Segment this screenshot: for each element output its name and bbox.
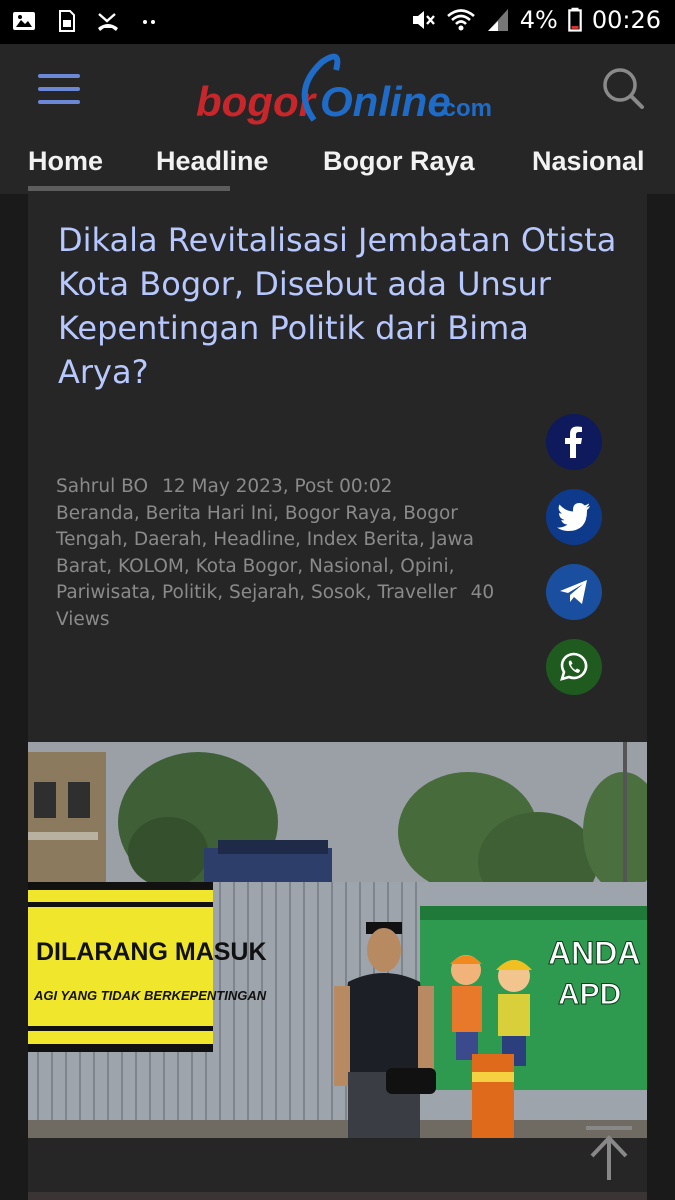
photo-sign-right-line1: ANDA xyxy=(548,935,640,971)
nav-item-headline[interactable]: Headline xyxy=(156,146,269,177)
nav-item-nasional[interactable]: Nasional xyxy=(532,146,645,177)
photo-sign-left-line1: DILARANG MASUK xyxy=(36,938,267,966)
status-bar: 4% 00:26 xyxy=(0,0,675,44)
wifi-icon xyxy=(446,9,475,31)
battery-percent: 4% xyxy=(519,6,558,34)
telegram-icon xyxy=(560,580,587,604)
photo-safety-banner: ANDA APD xyxy=(420,906,647,1090)
hamburger-icon[interactable] xyxy=(38,74,80,106)
share-facebook-button[interactable] xyxy=(546,414,602,470)
nav-item-home[interactable]: Home xyxy=(28,146,103,177)
article-card: Dikala Revitalisasi Jembatan Otista Kota… xyxy=(28,194,647,1200)
missed-call-icon xyxy=(98,13,118,31)
scroll-to-top-icon[interactable] xyxy=(586,1126,632,1182)
image-icon xyxy=(13,12,35,30)
logo-text-online: Online xyxy=(320,78,451,125)
share-twitter-button[interactable] xyxy=(546,489,602,545)
signal-icon xyxy=(487,9,508,31)
share-whatsapp-button[interactable] xyxy=(546,639,602,695)
whatsapp-icon xyxy=(560,652,588,681)
twitter-icon xyxy=(557,503,590,531)
nav-active-indicator xyxy=(28,186,230,191)
main-nav: Home Headline Bogor Raya Nasional xyxy=(0,138,675,194)
nav-item-bogor-raya[interactable]: Bogor Raya xyxy=(323,146,475,177)
logo-text-com: .com xyxy=(436,95,492,122)
sim-icon xyxy=(59,10,75,32)
photo-building xyxy=(28,752,106,882)
share-telegram-button[interactable] xyxy=(546,564,602,620)
site-header: bogor Online .com xyxy=(0,44,675,138)
photo-sign-left-line2: AGI YANG TIDAK BERKEPENTINGAN xyxy=(33,988,267,1003)
next-content-strip xyxy=(28,1192,647,1200)
article-meta: Sahrul BO 12 May 2023, Post 00:02 Beranda… xyxy=(56,474,516,633)
photo-sign-right-line2: APD xyxy=(558,978,621,1011)
photo-barrier xyxy=(472,1054,514,1138)
search-icon[interactable] xyxy=(601,66,645,110)
article-title[interactable]: Dikala Revitalisasi Jembatan Otista Kota… xyxy=(58,218,628,394)
battery-icon xyxy=(568,7,582,32)
mute-icon xyxy=(412,11,435,29)
site-logo[interactable]: bogor Online .com xyxy=(196,50,496,130)
article-author[interactable]: Sahrul BO xyxy=(56,476,148,497)
facebook-icon xyxy=(565,426,582,458)
clock: 00:26 xyxy=(591,6,661,34)
logo-text-bogor: bogor xyxy=(196,78,318,125)
article-categories[interactable]: Beranda, Berita Hari Ini, Bogor Raya, Bo… xyxy=(56,503,474,604)
article-date: 12 May 2023, Post 00:02 xyxy=(162,476,393,497)
more-dots-icon xyxy=(143,20,155,24)
article-photo[interactable]: DILARANG MASUK AGI YANG TIDAK BERKEPENTI… xyxy=(28,742,647,1138)
